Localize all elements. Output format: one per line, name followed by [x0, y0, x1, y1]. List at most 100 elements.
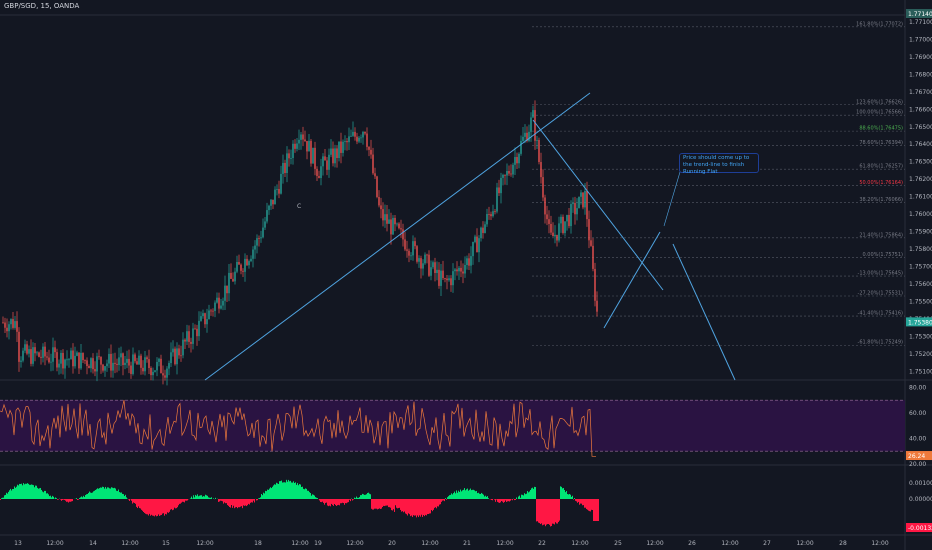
oscillator-bar: [372, 499, 373, 510]
candle-body: [70, 350, 72, 360]
oscillator-bar: [403, 499, 404, 513]
oscillator-bar: [49, 496, 50, 499]
price-tick-label: 1.75700: [909, 263, 932, 270]
oscillator-bar: [108, 487, 109, 499]
oscillator-bar: [176, 499, 177, 509]
oscillator-bar: [408, 499, 409, 514]
candle-body: [506, 171, 508, 176]
oscillator-bar: [260, 497, 261, 499]
price-tick-label: 1.75300: [909, 333, 932, 340]
candle-body: [112, 362, 114, 371]
candles-group: [2, 100, 598, 386]
oscillator-bar: [33, 485, 34, 499]
oscillator-bar: [497, 499, 498, 502]
oscillator-bar: [442, 499, 443, 501]
oscillator-bar: [151, 499, 152, 515]
oscillator-bar: [370, 494, 371, 499]
oscillator-bar: [71, 499, 72, 502]
oscillator-bar: [431, 499, 432, 511]
candle-body: [184, 339, 186, 342]
candle-body: [190, 341, 192, 344]
candle-body: [126, 358, 128, 363]
oscillator-bar: [17, 484, 18, 499]
oscillator-bar: [305, 488, 306, 499]
oscillator-bar: [156, 499, 157, 517]
oscillator-bar: [304, 489, 305, 499]
oscillator-bar: [174, 499, 175, 508]
oscillator-bar: [586, 499, 587, 510]
candle-body: [408, 250, 410, 256]
oscillator-bar: [254, 499, 255, 503]
oscillator-bar: [168, 499, 169, 513]
candle-body: [188, 331, 190, 342]
oscillator-bar: [270, 487, 271, 499]
candle-body: [424, 254, 426, 264]
candle-body: [24, 344, 26, 351]
oscillator-bar: [423, 499, 424, 516]
candle-body: [34, 347, 36, 354]
oscillator-bar: [353, 499, 354, 500]
oscillator-bar: [16, 486, 17, 499]
candle-body: [178, 348, 180, 356]
candle-body: [224, 285, 226, 301]
oscillator-bar: [505, 499, 506, 501]
candle-body: [204, 313, 206, 325]
oscillator-bar: [501, 499, 502, 502]
oscillator-bar: [413, 499, 414, 516]
candle-body: [246, 258, 248, 266]
candle-body: [442, 270, 444, 279]
candle-body: [308, 140, 310, 152]
candle-body: [310, 140, 312, 164]
oscillator-group: [0, 479, 599, 527]
candle-body: [180, 355, 182, 357]
oscillator-bar: [427, 499, 428, 515]
oscillator-bar: [226, 499, 227, 504]
chart-canvas[interactable]: 1.77100 1.77000 1.76900 1.76800 1.76700 1.766…: [0, 0, 932, 550]
oscillator-bar: [91, 492, 92, 499]
oscillator-bar: [552, 499, 553, 524]
candle-body: [62, 352, 64, 369]
candle-body: [576, 208, 578, 215]
candle-body: [164, 375, 166, 378]
oscillator-bar: [420, 499, 421, 517]
candle-body: [404, 239, 406, 250]
candle-body: [498, 187, 500, 194]
annotation-note[interactable]: Price should come up to the trend-line t…: [679, 153, 759, 175]
oscillator-bar: [145, 499, 146, 514]
candle-body: [120, 353, 122, 358]
oscillator-bar: [377, 499, 378, 510]
oscillator-bar: [507, 499, 508, 502]
oscillator-bar: [412, 499, 413, 518]
oscillator-bar: [114, 487, 115, 499]
oscillator-bar: [201, 495, 202, 499]
candle-body: [586, 190, 588, 220]
candle-body: [296, 143, 298, 149]
oscillator-bar: [167, 499, 168, 513]
oscillator-bar: [219, 499, 220, 502]
candle-body: [248, 261, 250, 266]
candle-body: [130, 365, 132, 374]
oscillator-bar: [80, 497, 81, 499]
price-tick-label: 1.76800: [909, 71, 932, 78]
oscillator-bar: [363, 494, 364, 499]
oscillator-bar: [350, 499, 351, 502]
oscillator-bar: [334, 499, 335, 505]
oscillator-bar: [523, 495, 524, 499]
oscillator-bar: [211, 497, 212, 499]
oscillator-bar: [25, 483, 26, 499]
candle-body: [108, 353, 110, 364]
rsi-band: [0, 400, 905, 452]
oscillator-bar: [202, 496, 203, 499]
oscillator-bar: [396, 499, 397, 508]
candle-body: [570, 204, 572, 227]
candle-body: [380, 205, 382, 210]
oscillator-bar: [164, 499, 165, 516]
candle-body: [314, 147, 316, 169]
oscillator-bar: [527, 491, 528, 499]
oscillator-bar: [428, 499, 429, 514]
oscillator-bar: [439, 499, 440, 505]
oscillator-bar: [121, 492, 122, 499]
oscillator-bar: [105, 486, 106, 499]
candle-body: [562, 216, 564, 234]
oscillator-bar: [218, 499, 219, 502]
